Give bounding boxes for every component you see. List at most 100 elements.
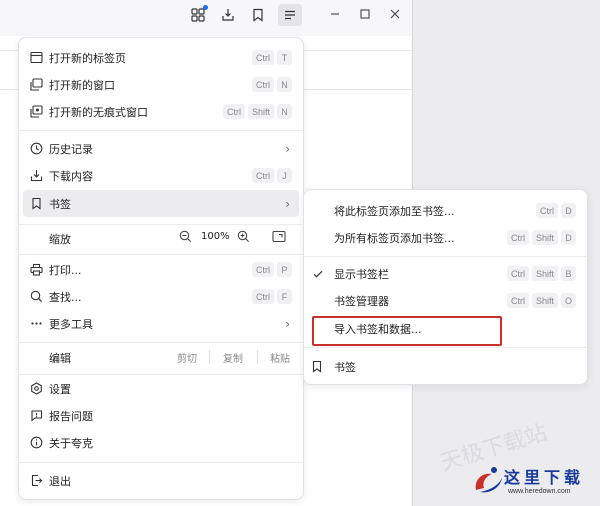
report-icon	[29, 409, 43, 423]
key: D	[561, 203, 576, 218]
copy-button[interactable]: 复制	[223, 350, 243, 365]
paste-button[interactable]: 粘贴	[270, 350, 290, 365]
maximize-icon	[360, 9, 370, 19]
fullscreen-icon	[272, 230, 286, 243]
download-button[interactable]	[216, 4, 240, 26]
key: B	[561, 266, 576, 281]
shortcut: Ctrl Shift D	[506, 230, 576, 245]
key: Ctrl	[506, 293, 529, 308]
shortcut: Ctrl P	[252, 262, 292, 277]
new-tab-icon	[29, 51, 43, 65]
shortcut: Ctrl N	[252, 77, 292, 92]
key: T	[277, 50, 292, 65]
divider	[257, 350, 258, 364]
extensions-icon	[191, 8, 205, 22]
key: Ctrl	[506, 230, 529, 245]
menu-item-incognito-window[interactable]: 打开新的无痕式窗口 Ctrl Shift N	[19, 98, 303, 125]
submenu-item-label: 书签	[334, 360, 356, 374]
key: Ctrl	[506, 266, 529, 281]
edit-row: 编辑 剪切 复制 粘贴	[19, 343, 303, 370]
divider	[19, 254, 303, 255]
new-window-icon	[29, 78, 43, 92]
bookmark-icon	[29, 197, 43, 211]
history-icon	[29, 142, 43, 156]
key: Ctrl	[252, 262, 274, 277]
menu-item-history[interactable]: 历史记录 ›	[19, 135, 303, 162]
minimize-button[interactable]	[324, 4, 346, 24]
menu-item-report-issue[interactable]: 报告问题	[19, 402, 303, 429]
zoom-value: 100%	[201, 231, 230, 242]
key: P	[277, 262, 292, 277]
incognito-icon	[29, 105, 43, 119]
key: Ctrl	[252, 168, 274, 183]
menu-item-label: 书签	[49, 197, 71, 211]
submenu-item-show-bookmark-bar[interactable]: 显示书签栏 Ctrl Shift B	[304, 260, 587, 287]
menu-item-label: 打开新的标签页	[49, 51, 126, 65]
notification-badge	[203, 5, 208, 10]
search-icon	[29, 290, 43, 304]
menu-item-label: 查找...	[49, 290, 82, 304]
menu-item-label: 报告问题	[49, 409, 93, 423]
submenu-item-bookmark-folder[interactable]: 书签	[304, 353, 587, 380]
menu-item-label: 退出	[49, 474, 71, 488]
site-logo: 这里下载 www.heredown.com	[468, 460, 600, 506]
main-menu: 打开新的标签页 Ctrl T 打开新的窗口 Ctrl N 打开新的无痕式窗口 Ctr…	[18, 37, 304, 500]
menu-item-bookmarks[interactable]: 书签 ›	[23, 190, 299, 217]
zoom-in-button[interactable]	[237, 230, 250, 246]
key: Shift	[247, 104, 274, 119]
menu-item-label: 打开新的窗口	[49, 78, 115, 92]
menu-item-label: 打印...	[49, 263, 82, 277]
settings-icon	[29, 382, 43, 396]
menu-item-more-tools[interactable]: 更多工具 ›	[19, 310, 303, 337]
submenu-item-bookmark-all-tabs[interactable]: 为所有标签页添加书签... Ctrl Shift D	[304, 224, 587, 251]
menu-item-about[interactable]: 关于夸克	[19, 429, 303, 456]
bookmark-submenu: 将此标签页添加至书签... Ctrl D 为所有标签页添加书签... Ctrl Sh…	[303, 189, 588, 385]
menu-item-new-tab[interactable]: 打开新的标签页 Ctrl T	[19, 44, 303, 71]
cut-button[interactable]: 剪切	[177, 350, 197, 365]
submenu-item-bookmark-this-tab[interactable]: 将此标签页添加至书签... Ctrl D	[304, 197, 587, 224]
exit-icon	[29, 474, 43, 488]
key: N	[277, 77, 292, 92]
menu-item-print[interactable]: 打印... Ctrl P	[19, 256, 303, 283]
check-icon	[311, 267, 325, 281]
shortcut: Ctrl T	[252, 50, 292, 65]
fullscreen-button[interactable]	[272, 230, 286, 246]
shortcut: Ctrl F	[252, 289, 292, 304]
key: Ctrl	[536, 203, 558, 218]
divider	[209, 350, 210, 364]
menu-item-downloads[interactable]: 下载内容 Ctrl J	[19, 162, 303, 189]
shortcut: Ctrl Shift N	[222, 104, 292, 119]
key: Ctrl	[252, 77, 274, 92]
bookmark-icon	[253, 8, 263, 22]
menu-item-exit[interactable]: 退出	[19, 467, 303, 494]
menu-item-find[interactable]: 查找... Ctrl F	[19, 283, 303, 310]
divider	[304, 256, 587, 257]
zoom-in-icon	[237, 230, 249, 242]
zoom-out-button[interactable]	[179, 230, 192, 246]
menu-item-new-window[interactable]: 打开新的窗口 Ctrl N	[19, 71, 303, 98]
key: J	[277, 168, 292, 183]
print-icon	[29, 263, 43, 277]
close-icon	[390, 9, 400, 19]
extensions-button[interactable]	[186, 4, 210, 26]
import-highlight-box	[312, 316, 502, 346]
shortcut: Ctrl Shift O	[506, 293, 576, 308]
chevron-right-icon: ›	[285, 196, 290, 211]
logo-emblem-icon	[475, 467, 502, 493]
zoom-label: 缩放	[49, 233, 71, 246]
key: F	[277, 289, 292, 304]
logo-url: www.heredown.com	[508, 488, 571, 495]
key: Ctrl	[252, 289, 274, 304]
key: D	[561, 230, 576, 245]
maximize-button[interactable]	[354, 4, 376, 24]
menu-item-settings[interactable]: 设置	[19, 375, 303, 402]
submenu-item-bookmark-manager[interactable]: 书签管理器 Ctrl Shift O	[304, 287, 587, 314]
key: O	[560, 293, 576, 308]
bookmark-button[interactable]	[246, 4, 270, 26]
divider	[19, 130, 303, 131]
menu-button[interactable]	[278, 4, 302, 26]
more-icon	[29, 317, 43, 331]
close-button[interactable]	[384, 4, 406, 24]
minimize-icon	[331, 13, 339, 15]
chevron-right-icon: ›	[285, 141, 290, 156]
